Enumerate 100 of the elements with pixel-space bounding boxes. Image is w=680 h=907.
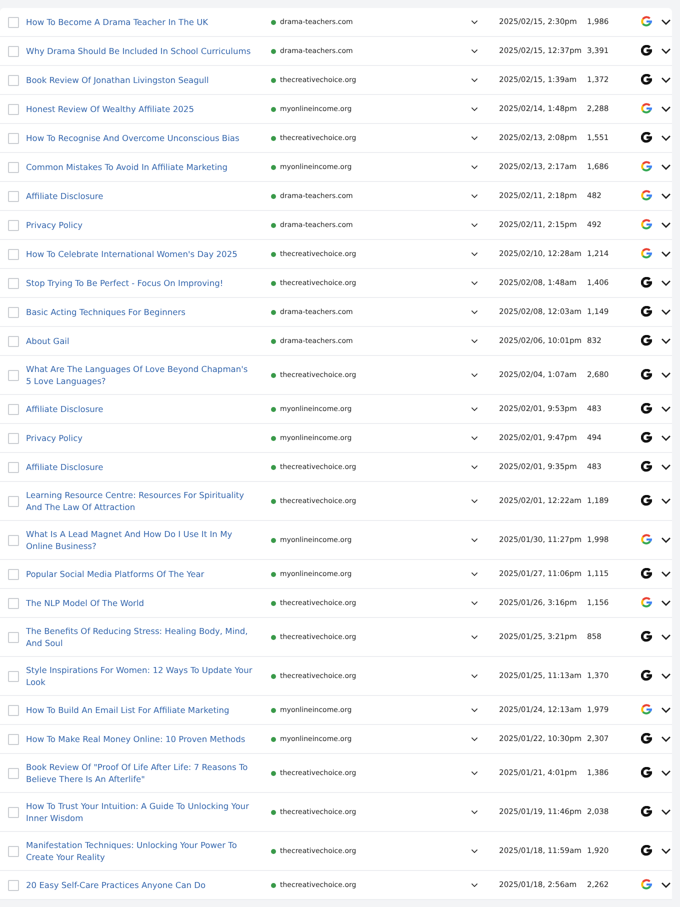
expand-chevron-icon[interactable] xyxy=(661,634,671,640)
expand-chevron-icon[interactable] xyxy=(661,19,671,25)
expand-chevron-icon[interactable] xyxy=(661,164,671,170)
folder-dropdown-caret-icon[interactable] xyxy=(471,280,478,286)
expand-chevron-icon[interactable] xyxy=(661,707,671,713)
post-title-link[interactable]: Style Inspirations For Women: 12 Ways To Update Your Look xyxy=(26,664,253,688)
row-checkbox[interactable] xyxy=(8,132,19,144)
expand-chevron-icon[interactable] xyxy=(661,770,671,776)
row-checkbox[interactable] xyxy=(8,16,19,28)
folder-dropdown-caret-icon[interactable] xyxy=(471,406,478,412)
post-title-link[interactable]: Basic Acting Techniques For Beginners xyxy=(26,306,253,318)
expand-chevron-icon[interactable] xyxy=(661,537,671,543)
folder-dropdown-caret-icon[interactable] xyxy=(471,48,478,54)
folder-dropdown-caret-icon[interactable] xyxy=(471,464,478,470)
post-title-link[interactable]: Book Review Of Jonathan Livingston Seagull xyxy=(26,74,253,86)
folder-dropdown-caret-icon[interactable] xyxy=(471,572,478,576)
row-checkbox[interactable] xyxy=(8,46,19,56)
row-checkbox[interactable] xyxy=(8,162,19,172)
row-checkbox[interactable] xyxy=(8,806,19,818)
folder-dropdown-caret-icon[interactable] xyxy=(471,498,478,504)
folder-dropdown-caret-icon[interactable] xyxy=(471,708,478,712)
post-title-link[interactable]: What Is A Lead Magnet And How Do I Use It In My Online Business? xyxy=(26,528,253,552)
row-checkbox[interactable] xyxy=(8,248,19,260)
expand-chevron-icon[interactable] xyxy=(661,77,671,83)
post-title-link[interactable]: Affiliate Disclosure xyxy=(26,190,253,202)
row-checkbox[interactable] xyxy=(8,336,19,346)
folder-dropdown-caret-icon[interactable] xyxy=(471,770,478,776)
row-checkbox[interactable] xyxy=(8,370,19,380)
row-checkbox[interactable] xyxy=(8,496,19,506)
post-title-link[interactable]: Manifestation Techniques: Unlocking Your Power To Create Your Reality xyxy=(26,839,253,863)
post-title-link[interactable]: Why Drama Should Be Included In School Curriculums xyxy=(26,45,253,57)
post-title-link[interactable]: How To Build An Email List For Affiliate Marketing xyxy=(26,704,253,716)
post-title-link[interactable]: Common Mistakes To Avoid In Affiliate Marketing xyxy=(26,161,253,173)
expand-chevron-icon[interactable] xyxy=(661,106,671,112)
expand-chevron-icon[interactable] xyxy=(661,406,671,412)
row-checkbox[interactable] xyxy=(8,404,19,414)
row-checkbox[interactable] xyxy=(8,880,19,890)
post-title-link[interactable]: Affiliate Disclosure xyxy=(26,403,253,415)
post-title-link[interactable]: Honest Review Of Wealthy Affiliate 2025 xyxy=(26,103,253,115)
row-checkbox[interactable] xyxy=(8,670,19,682)
row-checkbox[interactable] xyxy=(8,220,19,230)
folder-dropdown-caret-icon[interactable] xyxy=(471,106,478,112)
expand-chevron-icon[interactable] xyxy=(661,673,671,679)
post-title-link[interactable]: Stop Trying To Be Perfect - Focus On Improving! xyxy=(26,277,253,289)
row-checkbox[interactable] xyxy=(8,568,19,580)
folder-dropdown-caret-icon[interactable] xyxy=(471,600,478,606)
expand-chevron-icon[interactable] xyxy=(661,736,671,742)
folder-dropdown-caret-icon[interactable] xyxy=(471,78,478,82)
row-checkbox[interactable] xyxy=(8,534,19,546)
expand-chevron-icon[interactable] xyxy=(661,135,671,141)
expand-chevron-icon[interactable] xyxy=(661,251,671,257)
row-checkbox[interactable] xyxy=(8,598,19,608)
row-checkbox[interactable] xyxy=(8,74,19,86)
folder-dropdown-caret-icon[interactable] xyxy=(471,194,478,198)
row-checkbox[interactable] xyxy=(8,632,19,642)
expand-chevron-icon[interactable] xyxy=(661,48,671,54)
folder-dropdown-caret-icon[interactable] xyxy=(471,674,478,678)
post-title-link[interactable]: Book Review Of "Proof Of Life After Life: 7 Reasons To Believe There Is An Afterlife" xyxy=(26,761,253,785)
post-title-link[interactable]: What Are The Languages Of Love Beyond Chapman's 5 Love Languages? xyxy=(26,363,253,387)
post-title-link[interactable]: How To Recognise And Overcome Unconscious Bias xyxy=(26,132,253,144)
expand-chevron-icon[interactable] xyxy=(661,498,671,504)
post-title-link[interactable]: Learning Resource Centre: Resources For Spirituality And The Law Of Attraction xyxy=(26,489,253,513)
row-checkbox[interactable] xyxy=(8,704,19,716)
folder-dropdown-caret-icon[interactable] xyxy=(471,810,478,814)
folder-dropdown-caret-icon[interactable] xyxy=(471,164,478,170)
folder-dropdown-caret-icon[interactable] xyxy=(471,436,478,440)
row-checkbox[interactable] xyxy=(8,846,19,856)
row-checkbox[interactable] xyxy=(8,768,19,778)
post-title-link[interactable]: Affiliate Disclosure xyxy=(26,461,253,473)
expand-chevron-icon[interactable] xyxy=(661,848,671,854)
expand-chevron-icon[interactable] xyxy=(661,571,671,577)
expand-chevron-icon[interactable] xyxy=(661,338,671,344)
folder-dropdown-caret-icon[interactable] xyxy=(471,20,478,24)
expand-chevron-icon[interactable] xyxy=(661,435,671,441)
folder-dropdown-caret-icon[interactable] xyxy=(471,372,478,378)
post-title-link[interactable]: How To Trust Your Intuition: A Guide To Unlocking Your Inner Wisdom xyxy=(26,800,253,824)
post-title-link[interactable]: Popular Social Media Platforms Of The Year xyxy=(26,568,253,580)
expand-chevron-icon[interactable] xyxy=(661,882,671,888)
folder-dropdown-caret-icon[interactable] xyxy=(471,882,478,888)
expand-chevron-icon[interactable] xyxy=(661,464,671,470)
expand-chevron-icon[interactable] xyxy=(661,222,671,228)
expand-chevron-icon[interactable] xyxy=(661,372,671,378)
folder-dropdown-caret-icon[interactable] xyxy=(471,310,478,314)
row-checkbox[interactable] xyxy=(8,462,19,472)
post-title-link[interactable]: The Benefits Of Reducing Stress: Healing Body, Mind, And Soul xyxy=(26,625,253,649)
expand-chevron-icon[interactable] xyxy=(661,280,671,286)
post-title-link[interactable]: How To Celebrate International Women's Day 2025 xyxy=(26,248,253,260)
row-checkbox[interactable] xyxy=(8,306,19,318)
row-checkbox[interactable] xyxy=(8,278,19,288)
folder-dropdown-caret-icon[interactable] xyxy=(471,736,478,742)
folder-dropdown-caret-icon[interactable] xyxy=(471,252,478,256)
folder-dropdown-caret-icon[interactable] xyxy=(471,338,478,344)
post-title-link[interactable]: How To Become A Drama Teacher In The UK xyxy=(26,16,253,28)
folder-dropdown-caret-icon[interactable] xyxy=(471,634,478,640)
expand-chevron-icon[interactable] xyxy=(661,600,671,606)
row-checkbox[interactable] xyxy=(8,190,19,202)
folder-dropdown-caret-icon[interactable] xyxy=(471,538,478,542)
expand-chevron-icon[interactable] xyxy=(661,809,671,815)
post-title-link[interactable]: 20 Easy Self-Care Practices Anyone Can Do xyxy=(26,879,253,891)
post-title-link[interactable]: Privacy Policy xyxy=(26,219,253,231)
